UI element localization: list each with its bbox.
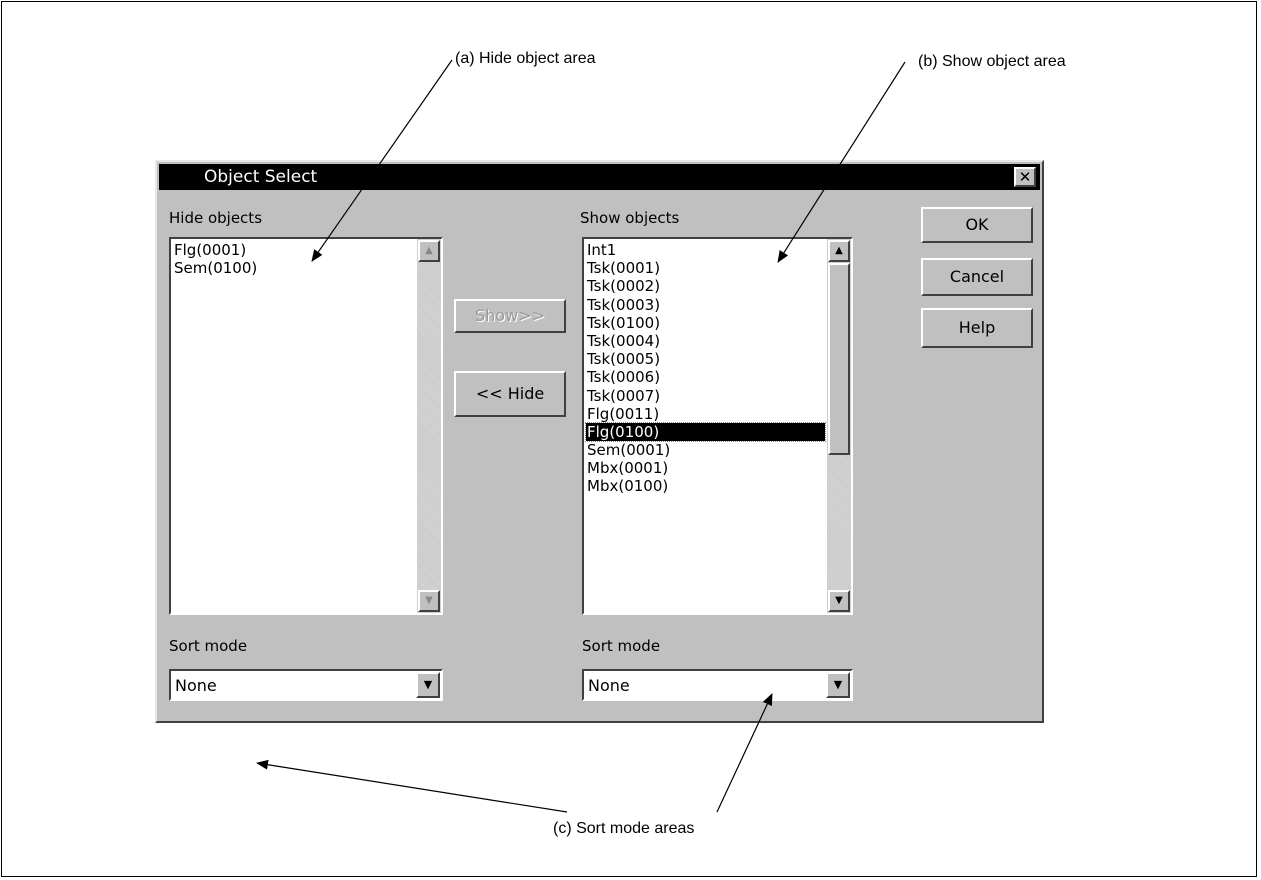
dialog-titlebar[interactable]: Object Select ✕ xyxy=(159,164,1040,190)
list-item[interactable]: Flg(0100) xyxy=(585,421,826,443)
scroll-down-button[interactable]: ▼ xyxy=(828,590,850,612)
show-objects-label: Show objects xyxy=(580,209,680,227)
ok-button[interactable]: OK xyxy=(921,207,1033,243)
scroll-up-icon: ▲ xyxy=(835,245,843,256)
list-item[interactable]: Tsk(0100) xyxy=(586,314,825,332)
left-sort-mode-value: None xyxy=(175,676,217,695)
hide-objects-listbox[interactable]: Flg(0001) Sem(0100) ▲ ▼ xyxy=(169,237,443,615)
chevron-down-icon: ▼ xyxy=(833,678,843,691)
list-item[interactable]: Tsk(0006) xyxy=(586,368,825,386)
list-item[interactable]: Sem(0100) xyxy=(173,259,415,277)
list-item[interactable]: Tsk(0004) xyxy=(586,332,825,350)
show-button[interactable]: Show>> xyxy=(454,299,566,333)
list-item[interactable]: Mbx(0001) xyxy=(586,459,825,477)
list-item[interactable]: Mbx(0100) xyxy=(586,477,825,495)
list-item[interactable]: Sem(0001) xyxy=(586,441,825,459)
scroll-down-icon: ▼ xyxy=(425,595,433,606)
right-sort-mode-value: None xyxy=(588,676,630,695)
scroll-down-button[interactable]: ▼ xyxy=(418,590,440,612)
close-icon: ✕ xyxy=(1018,168,1032,186)
right-sort-mode-label: Sort mode xyxy=(582,637,661,655)
close-button[interactable]: ✕ xyxy=(1014,167,1036,187)
hide-button[interactable]: << Hide xyxy=(454,371,566,417)
callout-show-object-area: (b) Show object area xyxy=(918,53,1066,70)
scroll-up-button[interactable]: ▲ xyxy=(828,240,850,262)
list-item[interactable]: Tsk(0003) xyxy=(586,296,825,314)
cancel-button[interactable]: Cancel xyxy=(921,258,1033,296)
list-item[interactable]: Flg(0001) xyxy=(173,241,415,259)
left-sort-mode-select[interactable]: None ▼ xyxy=(169,669,443,701)
scroll-up-icon: ▲ xyxy=(425,245,433,256)
callout-sort-mode-areas: (c) Sort mode areas xyxy=(553,820,695,837)
scroll-thumb[interactable] xyxy=(828,263,850,455)
show-objects-scrollbar[interactable]: ▲ ▼ xyxy=(827,239,851,613)
list-item[interactable]: Tsk(0007) xyxy=(586,387,825,405)
hide-objects-scrollbar[interactable]: ▲ ▼ xyxy=(417,239,441,613)
callout-hide-object-area: (a) Hide object area xyxy=(455,50,596,67)
show-objects-listbox[interactable]: Int1 Tsk(0001) Tsk(0002) Tsk(0003) Tsk(0100)… xyxy=(582,237,853,615)
list-item[interactable]: Flg(0011) xyxy=(586,405,825,423)
left-sort-dropdown-button[interactable]: ▼ xyxy=(416,672,440,698)
right-sort-mode-select[interactable]: None ▼ xyxy=(582,669,853,701)
left-sort-mode-label: Sort mode xyxy=(169,637,248,655)
right-sort-dropdown-button[interactable]: ▼ xyxy=(826,672,850,698)
object-select-dialog: Object Select ✕ Hide objects Show object… xyxy=(155,160,1044,723)
list-item[interactable]: Int1 xyxy=(586,241,825,259)
hide-objects-label: Hide objects xyxy=(169,209,263,227)
help-button[interactable]: Help xyxy=(921,308,1033,348)
list-item[interactable]: Tsk(0005) xyxy=(586,350,825,368)
show-objects-list: Int1 Tsk(0001) Tsk(0002) Tsk(0003) Tsk(0100)… xyxy=(585,241,826,496)
list-item[interactable]: Tsk(0001) xyxy=(586,259,825,277)
scroll-up-button[interactable]: ▲ xyxy=(418,240,440,262)
hide-objects-list: Flg(0001) Sem(0100) xyxy=(173,241,415,277)
chevron-down-icon: ▼ xyxy=(423,678,433,691)
dialog-title: Object Select xyxy=(204,167,318,187)
list-item[interactable]: Tsk(0002) xyxy=(586,277,825,295)
scroll-down-icon: ▼ xyxy=(835,595,843,606)
